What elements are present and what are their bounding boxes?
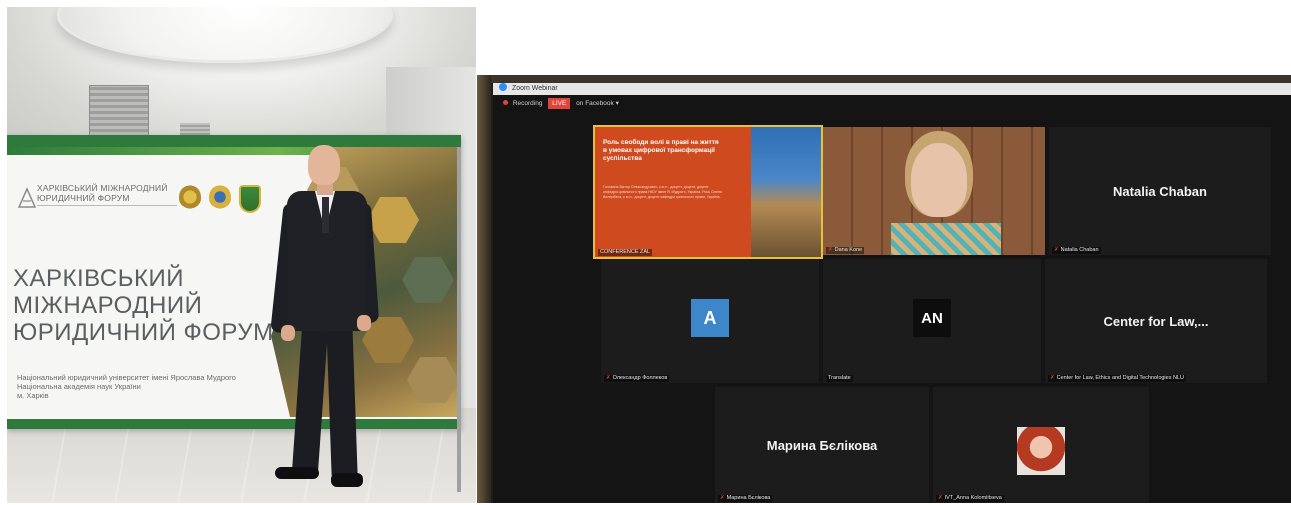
tile-label: ✗ Dana Kone (826, 247, 865, 254)
person-leg (291, 324, 329, 476)
participant-scarf (891, 223, 1001, 255)
window-title: Zoom Webinar (511, 85, 558, 92)
tile-label: ✗ Center for Law, Ethics and Digital Tech… (1048, 375, 1186, 382)
tile-natalia-chaban[interactable]: Natalia Chaban ✗ Natalia Chaban (1049, 127, 1271, 255)
tile-label: ✗ Natalia Chaban (1052, 247, 1101, 254)
mic-muted-icon: ✗ (720, 495, 725, 501)
tile-translate[interactable]: AN Translate (823, 259, 1041, 383)
participant-name: Center for Law,... (1103, 313, 1209, 329)
banner-small-title: ХАРКІВСЬКИЙ МІЖНАРОДНИЙ ЮРИДИЧНИЙ ФОРУМ (37, 183, 177, 206)
tile-label: ✗ Марина Бєлікова (718, 495, 773, 502)
banner-small-title-line1: ХАРКІВСЬКИЙ МІЖНАРОДНИЙ (37, 183, 168, 193)
mic-muted-icon: ✗ (1050, 375, 1055, 381)
tile-oleksandr[interactable]: A ✗ Олександр Фоллеков (601, 259, 819, 383)
city-emblem-icon (239, 185, 261, 213)
zoom-logo-icon (499, 83, 507, 91)
banner-sub-line1: Національний юридичний університет імені… (17, 373, 236, 382)
monitor-bezel-left (477, 75, 491, 503)
recording-label[interactable]: Recording (513, 100, 543, 107)
zoom-window: Zoom Webinar Recording LIVE on Facebook … (493, 83, 1291, 503)
participant-name: Марина Бєлікова (766, 437, 878, 453)
person-tie (322, 197, 329, 233)
mic-muted-icon: ✗ (606, 375, 611, 381)
zoom-titlebar: Zoom Webinar (493, 83, 1291, 95)
tile-label-text: Олександр Фоллеков (612, 375, 668, 381)
monitor-bezel-top (477, 75, 1291, 83)
slide-title: Роль свободи волі в праві на життя в умо… (603, 139, 719, 162)
person-shoe (331, 473, 363, 487)
avatar: A (691, 299, 729, 337)
justice-statue-image (751, 127, 821, 257)
tile-anna-kolomiitseva[interactable]: ✗ IVT_Anna Kolomiitseva (933, 387, 1149, 503)
tile-label: ✗ IVT_Anna Kolomiitseva (936, 495, 1004, 502)
forum-logo-icon (17, 187, 37, 208)
person-head (308, 145, 340, 185)
banner-small-title-line2: ЮРИДИЧНИЙ ФОРУМ (37, 193, 177, 206)
live-badge[interactable]: LIVE (548, 98, 571, 109)
tile-label: CONFERENCE ZAL (598, 249, 653, 256)
person-hand (281, 325, 295, 341)
tile-label-text: Марина Бєлікова (726, 495, 771, 501)
tile-label-text: Natalia Chaban (1060, 247, 1099, 253)
forum-photo: ХАРКІВСЬКИЙ МІЖНАРОДНИЙ ЮРИДИЧНИЙ ФОРУМ … (7, 7, 476, 503)
zoom-screen-photo: Zoom Webinar Recording LIVE on Facebook … (477, 75, 1291, 503)
mic-muted-icon: ✗ (938, 495, 943, 501)
presentation-slide: Роль свободи волі в праві на життя в умо… (595, 127, 821, 257)
tile-center-for-law[interactable]: Center for Law,... ✗ Center for Law, Ethi… (1045, 259, 1267, 383)
banner-title-line3: ЮРИДИЧНИЙ ФОРУМ (13, 319, 274, 346)
air-vent (89, 85, 149, 139)
tile-label: ✗ Олександр Фоллеков (604, 375, 670, 382)
collage: ХАРКІВСЬКИЙ МІЖНАРОДНИЙ ЮРИДИЧНИЙ ФОРУМ … (0, 0, 1291, 505)
tile-label-text: Translate (828, 375, 851, 381)
banner-big-title: ХАРКІВСЬКИЙ МІЖНАРОДНИЙ ЮРИДИЧНИЙ ФОРУМ (13, 265, 313, 346)
tile-dana-kone[interactable]: ✗ Dana Kone (823, 127, 1045, 255)
person-hand (357, 315, 371, 331)
participant-video (911, 143, 967, 217)
tile-label: Translate (826, 375, 853, 382)
emblems (179, 185, 261, 213)
tile-label-text: Center for Law, Ethics and Digital Techn… (1056, 375, 1184, 381)
banner-title-line1: ХАРКІВСЬКИЙ (13, 265, 184, 292)
recording-icon (503, 100, 508, 105)
zoom-toolbar: Recording LIVE on Facebook ▾ (493, 97, 1291, 111)
mic-muted-icon: ✗ (828, 247, 833, 253)
banner-title-line2: МІЖНАРОДНИЙ (13, 292, 203, 319)
avatar: AN (913, 299, 951, 337)
academy-emblem-icon (209, 185, 231, 209)
slide-body: Головань Віктор Олександрович, к.ю.н., д… (603, 185, 722, 199)
man-in-suit (270, 145, 385, 495)
banner-stand-pole (457, 147, 461, 492)
chevron-down-icon[interactable]: ▾ (616, 100, 619, 107)
tile-label-text: IVT_Anna Kolomiitseva (944, 495, 1002, 501)
tile-label-text: CONFERENCE ZAL (600, 249, 651, 255)
tile-label-text: Dana Kone (834, 247, 863, 253)
banner-bottom-stripe (7, 419, 461, 429)
participant-photo (1017, 427, 1065, 475)
stream-target[interactable]: on Facebook (576, 100, 614, 107)
forum-banner: ХАРКІВСЬКИЙ МІЖНАРОДНИЙ ЮРИДИЧНИЙ ФОРУМ … (7, 135, 461, 429)
mic-muted-icon: ✗ (1054, 247, 1059, 253)
tile-conference-slide[interactable]: Роль свободи волі в праві на життя в умо… (593, 125, 823, 259)
person-leg (326, 324, 358, 476)
university-emblem-icon (179, 185, 201, 209)
banner-subtitle: Національний юридичний університет імені… (17, 373, 277, 400)
tile-maryna-bielikova[interactable]: Марина Бєлікова ✗ Марина Бєлікова (715, 387, 929, 503)
banner-sub-line2: Національна академія наук України (17, 382, 141, 391)
participant-name: Natalia Chaban (1113, 183, 1207, 199)
person-shoe (275, 467, 319, 479)
banner-sub-line3: м. Харків (17, 391, 49, 400)
